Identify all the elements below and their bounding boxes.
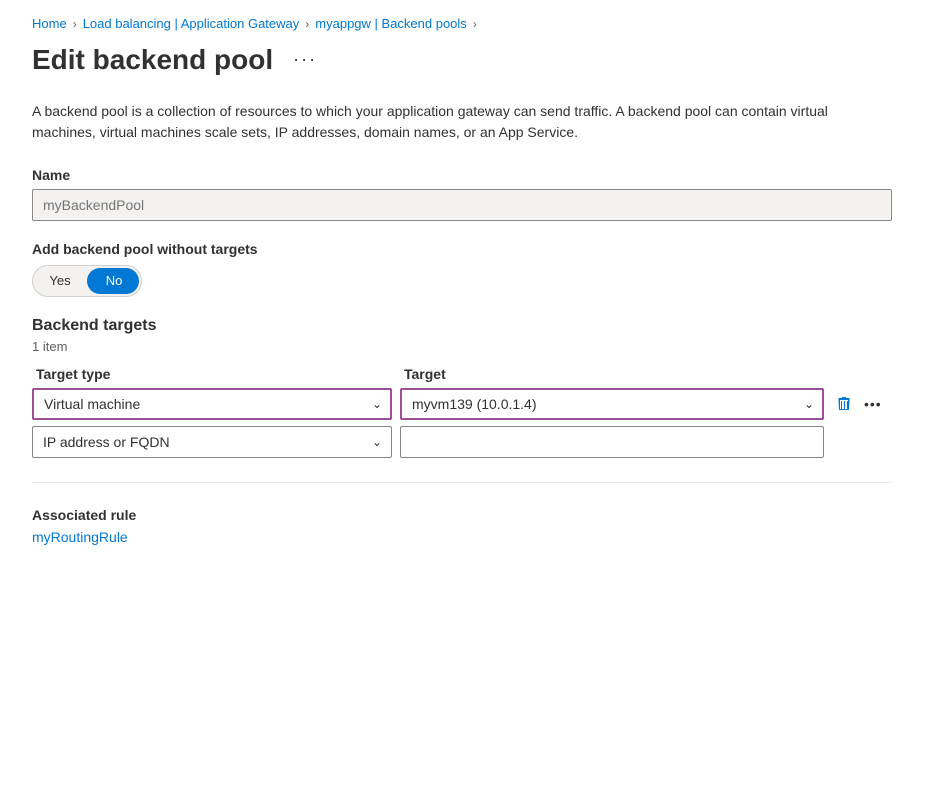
backend-targets-title: Backend targets <box>32 317 909 335</box>
breadcrumb-sep-2: › <box>305 17 309 31</box>
table-header-row: Target type Target <box>32 366 892 382</box>
breadcrumb: Home › Load balancing | Application Gate… <box>32 16 909 31</box>
toggle-label: Add backend pool without targets <box>32 241 909 257</box>
target-select-1[interactable]: myvm139 (10.0.1.4) <box>400 388 824 420</box>
delete-row-button-1[interactable] <box>832 392 856 416</box>
target-input-2[interactable] <box>400 426 824 458</box>
toggle-no-option[interactable]: No <box>87 267 141 294</box>
targets-table: Target type Target Virtual machine IP ad… <box>32 366 892 458</box>
target-type-wrapper-1: Virtual machine IP address or FQDN App S… <box>32 388 392 420</box>
target-wrapper-1: myvm139 (10.0.1.4) ⌄ <box>400 388 824 420</box>
breadcrumb-sep-3: › <box>473 17 477 31</box>
section-divider <box>32 482 892 483</box>
target-type-select-2[interactable]: IP address or FQDN Virtual machine App S… <box>32 426 392 458</box>
name-field-section: Name <box>32 167 909 221</box>
toggle-yes-option[interactable]: Yes <box>33 267 87 294</box>
breadcrumb-backend-pools[interactable]: myappgw | Backend pools <box>315 16 467 31</box>
toggle-section: Add backend pool without targets Yes No <box>32 241 909 297</box>
more-options-button-1[interactable]: ••• <box>862 392 884 416</box>
page-description: A backend pool is a collection of resour… <box>32 101 892 143</box>
trash-icon <box>836 396 852 412</box>
target-type-wrapper-2: IP address or FQDN Virtual machine App S… <box>32 426 392 458</box>
name-label: Name <box>32 167 909 183</box>
routing-rule-link[interactable]: myRoutingRule <box>32 529 128 545</box>
yes-no-toggle[interactable]: Yes No <box>32 265 142 297</box>
associated-rule-section: Associated rule myRoutingRule <box>32 507 909 545</box>
breadcrumb-sep-1: › <box>73 17 77 31</box>
col-header-target-type: Target type <box>36 366 110 382</box>
associated-rule-label: Associated rule <box>32 507 909 523</box>
page-ellipsis-button[interactable]: ··· <box>285 45 325 74</box>
breadcrumb-home[interactable]: Home <box>32 16 67 31</box>
target-type-select-1[interactable]: Virtual machine IP address or FQDN App S… <box>32 388 392 420</box>
table-row: IP address or FQDN Virtual machine App S… <box>32 426 892 458</box>
item-count: 1 item <box>32 339 909 354</box>
table-row: Virtual machine IP address or FQDN App S… <box>32 388 892 420</box>
breadcrumb-load-balancing[interactable]: Load balancing | Application Gateway <box>83 16 300 31</box>
name-input[interactable] <box>32 189 892 221</box>
page-title: Edit backend pool <box>32 43 273 77</box>
row-action-buttons-1: ••• <box>832 392 892 416</box>
col-header-target: Target <box>404 366 446 382</box>
backend-targets-section: Backend targets 1 item Target type Targe… <box>32 317 909 458</box>
